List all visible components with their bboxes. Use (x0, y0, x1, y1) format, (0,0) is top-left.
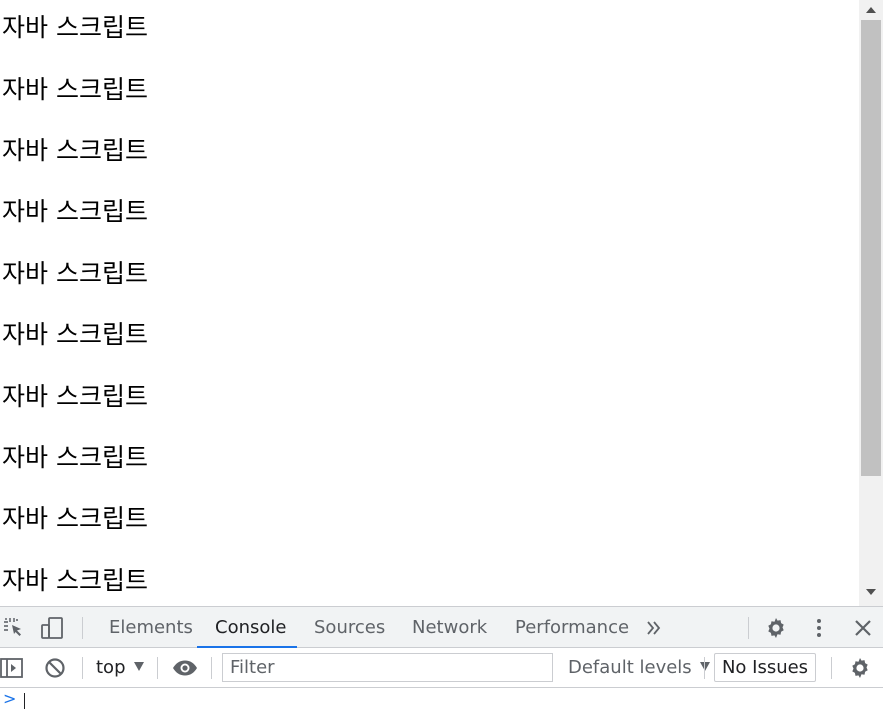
text-line: 자바 스크립트 (2, 566, 148, 595)
filter-input[interactable] (222, 653, 553, 682)
log-levels-dropdown[interactable]: Default levels (568, 648, 710, 688)
toolbar-divider (211, 657, 212, 679)
inspect-element-icon[interactable] (2, 616, 26, 640)
tab-elements[interactable]: Elements (109, 607, 193, 648)
toolbar-divider (157, 657, 158, 679)
text-cursor (24, 693, 25, 709)
toolbar-divider (704, 657, 705, 679)
text-line: 자바 스크립트 (2, 443, 148, 472)
arrow-down-icon (866, 589, 876, 595)
text-line: 자바 스크립트 (2, 504, 148, 533)
text-line: 자바 스크립트 (2, 197, 148, 226)
gear-icon[interactable] (764, 616, 788, 640)
console-settings-gear-icon[interactable] (848, 656, 872, 680)
devtools-tab-bar: Elements Console Sources Network Perform… (0, 606, 883, 648)
arrow-up-icon (866, 7, 876, 13)
toolbar-divider (748, 617, 749, 639)
clear-console-icon[interactable] (43, 656, 67, 680)
context-label: top (96, 657, 126, 678)
vertical-scrollbar[interactable] (859, 0, 883, 606)
text-line: 자바 스크립트 (2, 13, 148, 42)
sidebar-toggle-icon[interactable] (0, 656, 24, 680)
tab-console[interactable]: Console (215, 607, 286, 648)
toolbar-divider (82, 657, 83, 679)
device-toolbar-icon[interactable] (40, 616, 64, 640)
page-viewport: 자바 스크립트 자바 스크립트 자바 스크립트 자바 스크립트 자바 스크립트 … (0, 0, 883, 606)
text-line: 자바 스크립트 (2, 75, 148, 104)
close-icon[interactable] (851, 616, 875, 640)
devtools-panel: Elements Console Sources Network Perform… (0, 606, 883, 710)
console-prompt[interactable]: > (0, 688, 883, 710)
issues-button[interactable]: No Issues (714, 653, 816, 682)
eye-icon[interactable] (172, 656, 197, 680)
scroll-up-button[interactable] (859, 0, 883, 18)
tab-performance[interactable]: Performance (515, 607, 629, 648)
text-line: 자바 스크립트 (2, 382, 148, 411)
more-options-icon[interactable] (807, 616, 831, 640)
text-line: 자바 스크립트 (2, 259, 148, 288)
scrollbar-thumb[interactable] (861, 20, 881, 476)
prompt-caret-icon: > (3, 689, 17, 708)
text-line: 자바 스크립트 (2, 320, 148, 349)
tab-sources[interactable]: Sources (314, 607, 385, 648)
scroll-down-button[interactable] (859, 585, 883, 603)
toolbar-divider (831, 657, 832, 679)
context-selector[interactable]: top (96, 648, 144, 688)
text-line: 자바 스크립트 (2, 136, 148, 165)
dropdown-arrow-icon (133, 661, 144, 671)
tab-network[interactable]: Network (412, 607, 487, 648)
toolbar-divider (82, 617, 83, 639)
console-toolbar: top Default levels No Issues (0, 648, 883, 688)
chevron-double-right-icon[interactable] (642, 616, 666, 640)
log-levels-label: Default levels (568, 657, 692, 678)
